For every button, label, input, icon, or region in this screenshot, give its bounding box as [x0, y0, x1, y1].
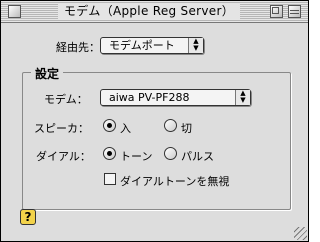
dial-tone-label[interactable]: トーン: [120, 148, 152, 164]
speaker-on-radio[interactable]: [103, 119, 116, 132]
zoom-box[interactable]: [270, 5, 283, 18]
connection-label: 経由先：: [56, 41, 100, 54]
speaker-label: スピーカ：: [34, 122, 89, 135]
close-box[interactable]: [8, 5, 21, 18]
popup-arrows-icon: ▲ ▼: [235, 90, 250, 105]
modem-value: aiwa PV-PF288: [109, 91, 190, 104]
modem-label: モデム：: [44, 93, 88, 106]
collapse-box[interactable]: [288, 5, 301, 18]
window-title: モデム（Apple Reg Server）: [58, 3, 240, 19]
ignore-dial-tone-label[interactable]: ダイアルトーンを無視: [120, 173, 229, 189]
popup-arrows-icon: ▲ ▼: [188, 38, 203, 53]
help-icon[interactable]: ?: [20, 209, 36, 225]
ignore-dial-tone-checkbox[interactable]: [104, 173, 116, 185]
resize-grip[interactable]: [294, 227, 307, 240]
connection-popup[interactable]: モデムポート ▲ ▼: [100, 37, 204, 54]
speaker-off-radio[interactable]: [164, 119, 177, 132]
modem-popup[interactable]: aiwa PV-PF288 ▲ ▼: [100, 89, 251, 106]
settings-group-title: 設定: [31, 65, 64, 82]
speaker-off-label[interactable]: 切: [181, 120, 192, 136]
dial-tone-radio[interactable]: [103, 147, 116, 160]
dial-pulse-radio[interactable]: [164, 147, 177, 160]
dial-label: ダイアル：: [36, 150, 91, 163]
modem-window: モデム（Apple Reg Server） 経由先： モデムポート ▲ ▼ 設定 …: [0, 0, 309, 242]
speaker-on-label[interactable]: 入: [120, 120, 131, 136]
title-bar[interactable]: モデム（Apple Reg Server）: [1, 1, 308, 23]
dial-pulse-label[interactable]: パルス: [181, 148, 214, 164]
connection-value: モデムポート: [109, 39, 175, 52]
